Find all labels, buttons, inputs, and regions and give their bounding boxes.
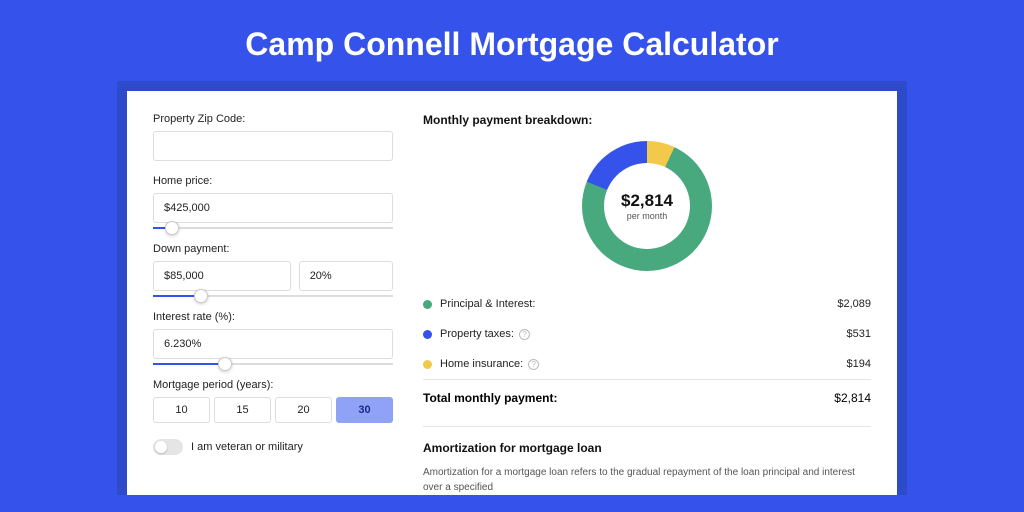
calculator-card: Property Zip Code: Home price: Down paym… bbox=[127, 91, 897, 495]
interest-rate-slider-handle[interactable] bbox=[218, 357, 232, 371]
dot-principal-icon bbox=[423, 300, 432, 309]
breakdown-row-principal: Principal & Interest: $2,089 bbox=[423, 289, 871, 319]
donut-subtext: per month bbox=[627, 211, 668, 221]
breakdown-total-label: Total monthly payment: bbox=[423, 391, 834, 405]
breakdown-label-insurance-text: Home insurance: bbox=[440, 358, 523, 370]
breakdown-row-taxes: Property taxes: ? $531 bbox=[423, 319, 871, 349]
mortgage-period-label: Mortgage period (years): bbox=[153, 379, 393, 391]
breakdown-label-taxes: Property taxes: ? bbox=[440, 328, 847, 340]
interest-rate-label: Interest rate (%): bbox=[153, 311, 393, 323]
veteran-toggle-label: I am veteran or military bbox=[191, 441, 303, 453]
donut-center: $2,814 per month bbox=[604, 163, 690, 249]
breakdown-column: Monthly payment breakdown: $2,814 per mo… bbox=[423, 113, 871, 495]
zip-input[interactable] bbox=[153, 131, 393, 161]
breakdown-total-row: Total monthly payment: $2,814 bbox=[423, 379, 871, 416]
home-price-input[interactable] bbox=[153, 193, 393, 223]
breakdown-label-taxes-text: Property taxes: bbox=[440, 328, 514, 340]
breakdown-value-insurance: $194 bbox=[847, 358, 871, 370]
veteran-toggle-knob bbox=[155, 441, 167, 453]
period-btn-20[interactable]: 20 bbox=[275, 397, 332, 423]
breakdown-value-principal: $2,089 bbox=[837, 298, 871, 310]
period-btn-30[interactable]: 30 bbox=[336, 397, 393, 423]
breakdown-label-insurance: Home insurance: ? bbox=[440, 358, 847, 370]
donut-amount: $2,814 bbox=[621, 191, 673, 211]
mortgage-period-field: Mortgage period (years): 10 15 20 30 bbox=[153, 379, 393, 423]
down-payment-slider[interactable] bbox=[153, 295, 393, 297]
veteran-toggle[interactable] bbox=[153, 439, 183, 455]
info-icon[interactable]: ? bbox=[519, 329, 530, 340]
amortization-title: Amortization for mortgage loan bbox=[423, 441, 871, 455]
page-title: Camp Connell Mortgage Calculator bbox=[0, 0, 1024, 81]
interest-rate-field: Interest rate (%): bbox=[153, 311, 393, 365]
dot-taxes-icon bbox=[423, 330, 432, 339]
donut-chart: $2,814 per month bbox=[582, 141, 712, 271]
period-btn-10[interactable]: 10 bbox=[153, 397, 210, 423]
period-btn-15[interactable]: 15 bbox=[214, 397, 271, 423]
down-payment-label: Down payment: bbox=[153, 243, 393, 255]
down-payment-percent-input[interactable] bbox=[299, 261, 393, 291]
breakdown-row-insurance: Home insurance: ? $194 bbox=[423, 349, 871, 379]
zip-label: Property Zip Code: bbox=[153, 113, 393, 125]
info-icon[interactable]: ? bbox=[528, 359, 539, 370]
home-price-field: Home price: bbox=[153, 175, 393, 229]
veteran-toggle-row: I am veteran or military bbox=[153, 439, 393, 455]
home-price-slider[interactable] bbox=[153, 227, 393, 229]
down-payment-slider-handle[interactable] bbox=[194, 289, 208, 303]
interest-rate-input[interactable] bbox=[153, 329, 393, 359]
home-price-label: Home price: bbox=[153, 175, 393, 187]
zip-field: Property Zip Code: bbox=[153, 113, 393, 161]
breakdown-label-principal: Principal & Interest: bbox=[440, 298, 837, 310]
amortization-body: Amortization for a mortgage loan refers … bbox=[423, 465, 871, 495]
calculator-shadow: Property Zip Code: Home price: Down paym… bbox=[117, 81, 907, 495]
home-price-slider-handle[interactable] bbox=[165, 221, 179, 235]
donut-chart-wrap: $2,814 per month bbox=[423, 141, 871, 271]
breakdown-total-value: $2,814 bbox=[834, 391, 871, 405]
mortgage-period-options: 10 15 20 30 bbox=[153, 397, 393, 423]
input-column: Property Zip Code: Home price: Down paym… bbox=[153, 113, 393, 495]
dot-insurance-icon bbox=[423, 360, 432, 369]
interest-rate-slider[interactable] bbox=[153, 363, 393, 365]
down-payment-amount-input[interactable] bbox=[153, 261, 291, 291]
amortization-section: Amortization for mortgage loan Amortizat… bbox=[423, 426, 871, 495]
breakdown-title: Monthly payment breakdown: bbox=[423, 113, 871, 127]
down-payment-field: Down payment: bbox=[153, 243, 393, 297]
breakdown-value-taxes: $531 bbox=[847, 328, 871, 340]
